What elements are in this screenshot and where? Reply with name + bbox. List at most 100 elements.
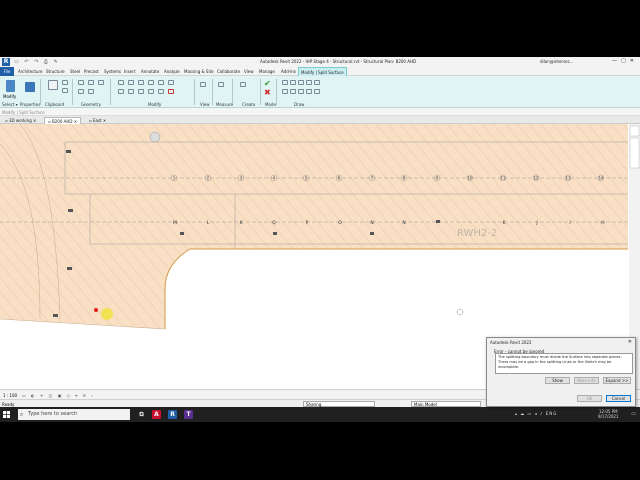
rotate-icon[interactable] bbox=[168, 80, 174, 85]
tab-systems[interactable]: Systems bbox=[104, 69, 121, 74]
revit-taskbar-icon[interactable]: R bbox=[168, 410, 177, 419]
tab-modify-split-surface[interactable]: Modify | Split Surface bbox=[298, 67, 347, 76]
move-icon[interactable] bbox=[148, 80, 154, 85]
error-dialog: Autodesk Revit 2022 ✕ Error - cannot be … bbox=[486, 337, 636, 407]
ok-button[interactable]: OK bbox=[577, 395, 602, 402]
split-icon[interactable] bbox=[128, 89, 134, 94]
paint-icon[interactable] bbox=[88, 89, 94, 94]
tray-language[interactable]: ENG bbox=[546, 411, 558, 416]
draw-arc-icon[interactable] bbox=[314, 80, 320, 85]
cut-geometry-icon[interactable] bbox=[98, 80, 104, 85]
windows-start-icon[interactable] bbox=[3, 411, 10, 418]
cancel-edit-mode-icon[interactable]: ✖ bbox=[264, 89, 272, 97]
surface-point-marker[interactable] bbox=[94, 308, 98, 312]
panel-label-properties: Properties bbox=[20, 102, 41, 107]
column-marker: 13 bbox=[565, 176, 571, 181]
measure-icon[interactable] bbox=[218, 82, 224, 87]
cope-icon[interactable] bbox=[88, 80, 94, 85]
modify-tool-icon[interactable] bbox=[6, 80, 15, 92]
tab-massing-site[interactable]: Massing & Site bbox=[184, 69, 214, 74]
properties-icon[interactable] bbox=[25, 82, 35, 92]
view-control-icons[interactable]: ▭ ◐ ☀ ◫ ▣ ◇ ⌖ ⟳ ‹ bbox=[22, 393, 95, 398]
user-account[interactable]: dilan@intersec... bbox=[540, 59, 574, 64]
create-group-icon[interactable] bbox=[240, 82, 246, 87]
show-button[interactable]: Show bbox=[545, 377, 570, 384]
tab-view[interactable]: View bbox=[244, 69, 254, 74]
quick-access-toolbar[interactable]: ▭ ↶ ↷ ⎙ ✎ bbox=[14, 59, 60, 65]
dialog-message[interactable]: The splitting boundary must divide the S… bbox=[495, 353, 633, 374]
panel-label-select[interactable]: Select ▾ bbox=[2, 102, 18, 107]
wall-joins-icon[interactable] bbox=[78, 89, 84, 94]
delete-icon[interactable] bbox=[168, 89, 174, 94]
tab-collaborate[interactable]: Collaborate bbox=[217, 69, 240, 74]
system-tray[interactable]: ▴ ☁ ▭ ◂ ♪ ENG bbox=[515, 411, 557, 416]
column-marker: 11 bbox=[500, 176, 506, 181]
draw-ellipse-icon[interactable] bbox=[290, 89, 296, 94]
draw-circle-icon[interactable] bbox=[306, 80, 312, 85]
options-bar: Modify | Split Surface bbox=[0, 108, 640, 116]
tab-add-ins[interactable]: Add-Ins bbox=[281, 69, 296, 74]
revit-logo-icon[interactable]: R bbox=[2, 58, 10, 66]
tab-annotate[interactable]: Annotate bbox=[141, 69, 159, 74]
letterbox-top bbox=[0, 0, 640, 57]
tab-analyze[interactable]: Analyze bbox=[164, 69, 180, 74]
paste-icon[interactable] bbox=[48, 80, 58, 90]
panel-label-create: Create bbox=[242, 102, 256, 107]
close-button[interactable]: ✕ bbox=[630, 58, 638, 64]
tab-architecture[interactable]: Architecture bbox=[18, 69, 43, 74]
scale-icon[interactable] bbox=[148, 89, 154, 94]
copy-icon[interactable] bbox=[62, 88, 68, 93]
view-tab-3d-working[interactable]: ▫ 3D working ✕ bbox=[2, 117, 39, 124]
view-tab-b200-ahd[interactable]: ▫ B200 AHD ✕ bbox=[44, 117, 82, 124]
pin-icon[interactable] bbox=[158, 89, 164, 94]
align-icon[interactable] bbox=[118, 80, 124, 85]
draw-line-icon[interactable] bbox=[282, 80, 288, 85]
panel-label-modify: Modify bbox=[148, 102, 162, 107]
search-icon: ⌕ bbox=[20, 411, 24, 418]
cut-icon[interactable] bbox=[62, 80, 68, 85]
mirror-icon[interactable] bbox=[138, 80, 144, 85]
tab-steel[interactable]: Steel bbox=[70, 69, 80, 74]
notification-icon[interactable]: ▭ bbox=[631, 411, 636, 417]
task-view-icon[interactable]: ⧉ bbox=[137, 410, 146, 419]
offset-icon[interactable] bbox=[128, 80, 134, 85]
draw-rectangle-icon[interactable] bbox=[290, 80, 296, 85]
more-info-button[interactable]: More Info bbox=[574, 377, 599, 384]
panel-label-draw: Draw bbox=[294, 102, 305, 107]
column-marker: 12 bbox=[533, 176, 539, 181]
draw-polygon-icon[interactable] bbox=[298, 80, 304, 85]
minimize-button[interactable]: — bbox=[612, 58, 621, 64]
draw-spline-icon[interactable] bbox=[282, 89, 288, 94]
taskbar-search-box[interactable]: ⌕ Type here to search bbox=[18, 409, 130, 420]
join-icon[interactable] bbox=[78, 80, 84, 85]
navigation-bar-icon[interactable] bbox=[629, 125, 640, 137]
tab-insert[interactable]: Insert bbox=[124, 69, 135, 74]
zoom-controls[interactable] bbox=[629, 137, 640, 169]
view-scale[interactable]: 1 : 100 bbox=[3, 393, 17, 398]
view-tab-east[interactable]: ▫ East ✕ bbox=[86, 117, 109, 124]
dialog-close-button[interactable]: ✕ bbox=[628, 339, 632, 345]
tab-file[interactable]: File bbox=[0, 67, 14, 76]
surface-hatch bbox=[0, 124, 628, 329]
pick-edge-icon[interactable] bbox=[314, 89, 320, 94]
copy-element-icon[interactable] bbox=[158, 80, 164, 85]
tab-structure[interactable]: Structure bbox=[46, 69, 65, 74]
taskbar-clock[interactable]: 12:05 PM 9/17/2021 bbox=[598, 409, 619, 419]
split-boundary-line[interactable] bbox=[164, 248, 628, 329]
expand-button[interactable]: Expand >> bbox=[603, 377, 631, 384]
trim-icon[interactable] bbox=[118, 89, 124, 94]
array-icon[interactable] bbox=[138, 89, 144, 94]
pick-lines-icon[interactable] bbox=[298, 89, 304, 94]
north-arrow-icon[interactable] bbox=[149, 131, 161, 143]
cancel-button[interactable]: Cancel bbox=[606, 395, 631, 402]
adobe-acrobat-icon[interactable]: A bbox=[152, 410, 161, 419]
teams-taskbar-icon[interactable]: T bbox=[184, 410, 193, 419]
tab-manage[interactable]: Manage bbox=[259, 69, 275, 74]
fillet-arc-icon[interactable] bbox=[306, 89, 312, 94]
tab-precast[interactable]: Precast bbox=[84, 69, 99, 74]
letterbox-bottom bbox=[0, 422, 640, 480]
view-icon[interactable] bbox=[200, 82, 206, 87]
maximize-button[interactable]: ▢ bbox=[621, 58, 630, 64]
finish-edit-mode-icon[interactable]: ✔ bbox=[264, 80, 272, 88]
column-marker: 14 bbox=[598, 176, 604, 181]
